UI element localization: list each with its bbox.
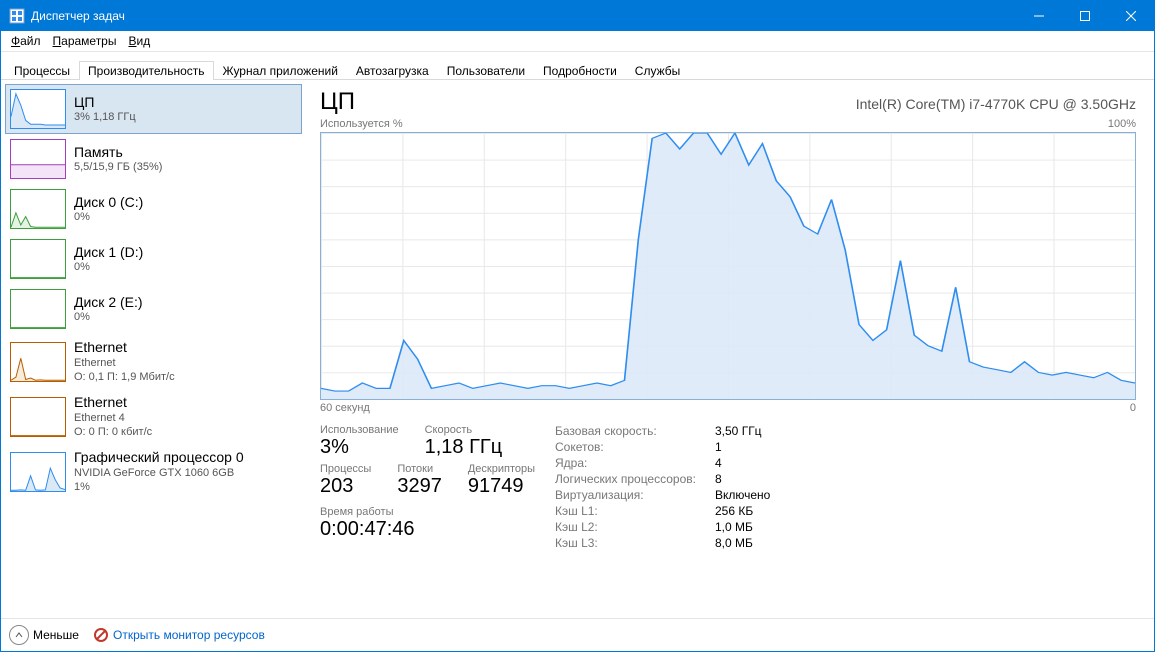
sidebar-item-3[interactable]: Диск 1 (D:)0% [5, 234, 302, 284]
processes-label: Процессы [320, 463, 371, 475]
stats: Использование 3% Скорость 1,18 ГГц Проце… [320, 424, 1136, 550]
speed-label: Скорость [425, 424, 503, 436]
titlebar[interactable]: Диспетчер задач [1, 1, 1154, 31]
uptime-value: 0:00:47:46 [320, 518, 535, 541]
sidebar-sub: 0% [74, 311, 143, 324]
sidebar-title: Ethernet [74, 394, 152, 411]
tabstrip: Процессы Производительность Журнал прило… [1, 52, 1154, 80]
processes-value: 203 [320, 475, 371, 498]
tab-services[interactable]: Службы [626, 61, 689, 80]
open-resmon-link[interactable]: Открыть монитор ресурсов [113, 628, 265, 642]
tab-app-history[interactable]: Журнал приложений [214, 61, 347, 80]
threads-label: Потоки [397, 463, 442, 475]
handles-label: Дескрипторы [468, 463, 535, 475]
chevron-up-icon[interactable] [9, 625, 29, 645]
tab-performance[interactable]: Производительность [79, 61, 213, 80]
logical-label: Логических процессоров: [555, 472, 715, 486]
sidebar-thumb [10, 452, 66, 492]
utilization-value: 3% [320, 436, 399, 459]
tab-users[interactable]: Пользователи [438, 61, 534, 80]
threads-value: 3297 [397, 475, 442, 498]
cpu-model: Intel(R) Core(TM) i7-4770K CPU @ 3.50GHz [856, 96, 1136, 112]
sidebar-item-7[interactable]: Графический процессор 0NVIDIA GeForce GT… [5, 444, 302, 499]
sidebar-title: ЦП [74, 94, 136, 111]
menu-options[interactable]: Параметры [47, 33, 123, 49]
axis-top-right: 100% [1108, 118, 1136, 130]
page-title: ЦП [320, 88, 355, 116]
tab-processes[interactable]: Процессы [5, 61, 79, 80]
footer: Меньше Открыть монитор ресурсов [1, 618, 1154, 651]
axis-bottom-left: 60 секунд [320, 402, 370, 414]
sidebar-thumb [10, 189, 66, 229]
sockets-label: Сокетов: [555, 440, 715, 454]
l2-value: 1,0 МБ [715, 520, 753, 534]
sidebar-sub: 5,5/15,9 ГБ (35%) [74, 161, 162, 174]
virtualization-label: Виртуализация: [555, 488, 715, 502]
sidebar-title: Диск 0 (C:) [74, 194, 143, 211]
axis-top-left: Используется % [320, 118, 403, 130]
logical-value: 8 [715, 472, 722, 486]
stats-right: Базовая скорость:3,50 ГГц Сокетов:1 Ядра… [555, 424, 770, 550]
tab-startup[interactable]: Автозагрузка [347, 61, 438, 80]
cores-value: 4 [715, 456, 722, 470]
sidebar[interactable]: ЦП3% 1,18 ГГцПамять5,5/15,9 ГБ (35%)Диск… [1, 80, 302, 618]
uptime-label: Время работы [320, 506, 535, 518]
utilization-label: Использование [320, 424, 399, 436]
sidebar-title: Графический процессор 0 [74, 449, 244, 466]
fewer-details-button[interactable]: Меньше [33, 628, 79, 642]
sidebar-item-4[interactable]: Диск 2 (E:)0% [5, 284, 302, 334]
close-button[interactable] [1108, 1, 1154, 31]
sidebar-title: Память [74, 144, 162, 161]
tab-details[interactable]: Подробности [534, 61, 626, 80]
l3-label: Кэш L3: [555, 536, 715, 550]
sidebar-thumb [10, 397, 66, 437]
window: Диспетчер задач Файл Параметры Вид Проце… [0, 0, 1155, 652]
sidebar-title: Диск 2 (E:) [74, 294, 143, 311]
handles-value: 91749 [468, 475, 535, 498]
menu-view[interactable]: Вид [122, 33, 156, 49]
window-title: Диспетчер задач [31, 9, 125, 23]
l3-value: 8,0 МБ [715, 536, 753, 550]
sidebar-sub2: О: 0,1 П: 1,9 Мбит/с [74, 371, 175, 384]
sidebar-thumb [10, 239, 66, 279]
sidebar-thumb [10, 139, 66, 179]
sidebar-sub: 0% [74, 261, 143, 274]
l1-value: 256 КБ [715, 504, 753, 518]
sidebar-item-6[interactable]: EthernetEthernet 4О: 0 П: 0 кбит/с [5, 389, 302, 444]
app-icon [9, 8, 25, 24]
sidebar-item-1[interactable]: Память5,5/15,9 ГБ (35%) [5, 134, 302, 184]
axis-bottom-right: 0 [1130, 402, 1136, 414]
sidebar-sub: 0% [74, 211, 143, 224]
sidebar-sub: Ethernet [74, 357, 175, 370]
sidebar-sub: NVIDIA GeForce GTX 1060 6GB [74, 467, 244, 480]
sockets-value: 1 [715, 440, 722, 454]
sidebar-sub2: О: 0 П: 0 кбит/с [74, 426, 152, 439]
sidebar-item-5[interactable]: EthernetEthernetО: 0,1 П: 1,9 Мбит/с [5, 334, 302, 389]
l2-label: Кэш L2: [555, 520, 715, 534]
cpu-chart[interactable] [320, 132, 1136, 400]
sidebar-title: Диск 1 (D:) [74, 244, 143, 261]
cores-label: Ядра: [555, 456, 715, 470]
sidebar-item-2[interactable]: Диск 0 (C:)0% [5, 184, 302, 234]
virtualization-value: Включено [715, 488, 770, 502]
sidebar-title: Ethernet [74, 339, 175, 356]
menubar: Файл Параметры Вид [1, 31, 1154, 52]
base-speed-label: Базовая скорость: [555, 424, 715, 438]
sidebar-thumb [10, 342, 66, 382]
l1-label: Кэш L1: [555, 504, 715, 518]
maximize-button[interactable] [1062, 1, 1108, 31]
body: ЦП3% 1,18 ГГцПамять5,5/15,9 ГБ (35%)Диск… [1, 80, 1154, 618]
sidebar-item-0[interactable]: ЦП3% 1,18 ГГц [5, 84, 302, 134]
sidebar-thumb [10, 289, 66, 329]
sidebar-sub: 3% 1,18 ГГц [74, 111, 136, 124]
main-panel: ЦП Intel(R) Core(TM) i7-4770K CPU @ 3.50… [302, 80, 1154, 618]
resmon-icon [93, 627, 109, 643]
sidebar-sub: Ethernet 4 [74, 412, 152, 425]
minimize-button[interactable] [1016, 1, 1062, 31]
menu-file[interactable]: Файл [5, 33, 47, 49]
base-speed-value: 3,50 ГГц [715, 424, 762, 438]
sidebar-sub2: 1% [74, 481, 244, 494]
sidebar-thumb [10, 89, 66, 129]
speed-value: 1,18 ГГц [425, 436, 503, 459]
